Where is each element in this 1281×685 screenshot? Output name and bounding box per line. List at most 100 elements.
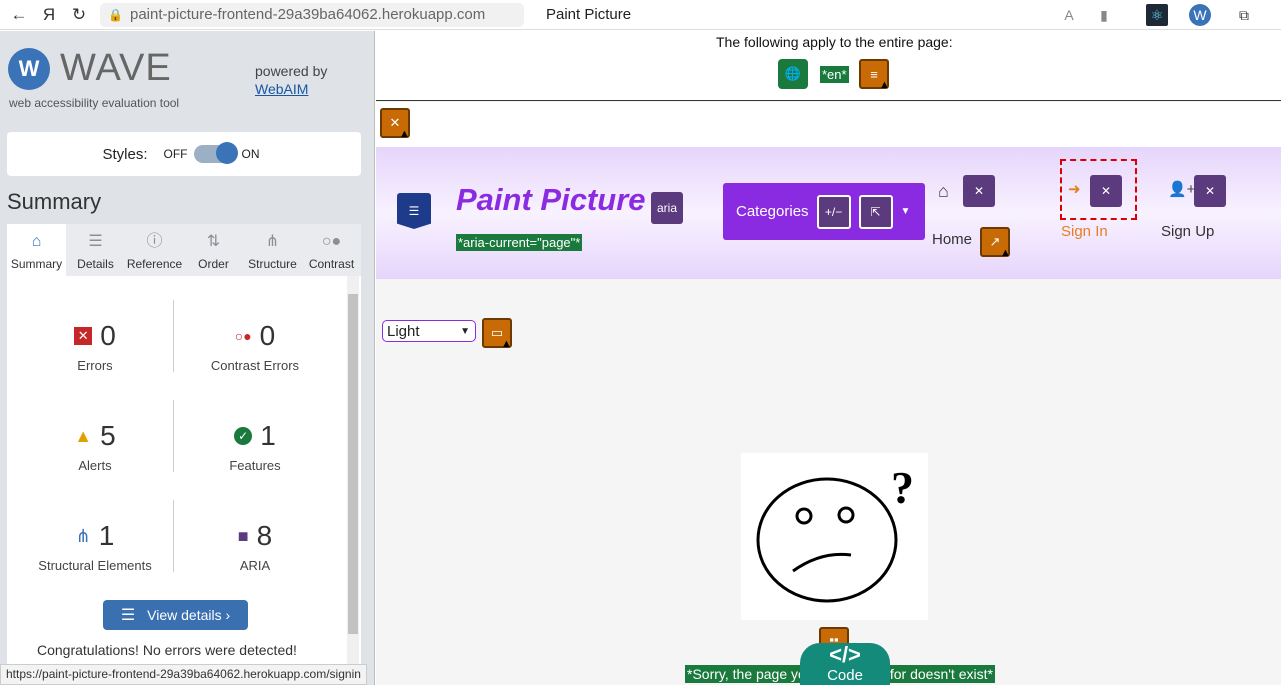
- back-icon[interactable]: ←: [8, 4, 30, 26]
- wave-logo-text: WAVE: [60, 47, 172, 89]
- alert-icon: ▲: [74, 425, 93, 446]
- wave-extension-icon[interactable]: W: [1189, 4, 1211, 26]
- stat-alerts[interactable]: ▲ 5 Alerts: [15, 420, 175, 473]
- translate-icon[interactable]: A: [1058, 4, 1080, 26]
- nav-home[interactable]: Home: [932, 231, 972, 248]
- tab-label: Summary: [10, 257, 63, 271]
- list-icon: ☰: [120, 607, 136, 624]
- aria-icon[interactable]: aria: [651, 192, 683, 224]
- webaim-link[interactable]: WebAIM: [255, 81, 327, 97]
- structure-icon: ⋔: [75, 525, 91, 546]
- aria-hidden-icon[interactable]: ✕: [1090, 175, 1122, 207]
- nav-sign-up[interactable]: Sign Up: [1161, 223, 1214, 240]
- tab-details[interactable]: ☰ Details: [66, 224, 125, 276]
- aria-hidden-icon[interactable]: ✕: [963, 175, 995, 207]
- react-devtools-icon[interactable]: ⚛: [1146, 4, 1168, 26]
- reload-icon[interactable]: ↻: [68, 4, 90, 26]
- brand-logo[interactable]: Paint Picture: [456, 182, 646, 218]
- categories-dropdown-button[interactable]: Categories +/− ⇱ ▼: [723, 183, 925, 240]
- scrollbar-thumb[interactable]: [348, 294, 358, 634]
- page-title: Paint Picture: [546, 6, 632, 23]
- powered-by-text: powered by: [255, 63, 328, 79]
- stat-errors[interactable]: ✕ 0 Errors: [15, 320, 175, 373]
- warning-icon: ▲: [399, 128, 410, 140]
- alerts-label: Alerts: [78, 458, 112, 473]
- tab-order[interactable]: ⇅ Order: [184, 224, 243, 276]
- page-content: The following apply to the entire page: …: [376, 31, 1281, 685]
- wave-subtitle: web accessibility evaluation tool: [9, 96, 180, 110]
- aria-popup-icon: ⇱: [858, 194, 893, 229]
- features-count: 1: [260, 420, 276, 451]
- summary-panel: ✕ 0 Errors ○● 0 Contrast Errors ▲ 5 Alerts …: [7, 276, 361, 685]
- tab-label: Contrast: [308, 257, 355, 271]
- svg-text:?: ?: [891, 462, 914, 513]
- aria-count: 8: [256, 520, 273, 551]
- error-icon: ✕: [74, 327, 93, 345]
- sign-in-icon: ➜: [1068, 181, 1081, 198]
- tab-label: Structure: [248, 257, 297, 271]
- aria-current-tag: *aria-current="page"*: [456, 234, 583, 251]
- errors-label: Errors: [77, 358, 113, 373]
- structure-icon: ⋔: [265, 233, 280, 250]
- features-label: Features: [229, 458, 281, 473]
- view-details-label: View details ›: [147, 607, 231, 623]
- warning-icon: ▲: [501, 338, 512, 350]
- styles-toggle[interactable]: [193, 142, 238, 164]
- entire-page-section: The following apply to the entire page: …: [376, 31, 1281, 101]
- tab-label: Details: [77, 257, 114, 271]
- categories-label: Categories: [736, 203, 809, 220]
- wave-logo: W WAVE: [8, 47, 172, 90]
- styles-on-label: ON: [241, 147, 260, 161]
- entire-page-text: The following apply to the entire page:: [716, 34, 953, 50]
- address-url[interactable]: paint-picture-frontend-29a39ba64062.hero…: [130, 6, 485, 23]
- wave-logo-icon: W: [8, 47, 50, 90]
- chevron-down-icon: ▼: [460, 325, 470, 337]
- view-details-button[interactable]: ☰ View details ›: [103, 600, 248, 630]
- warning-icon: ▲: [1000, 247, 1011, 259]
- tab-reference[interactable]: ⓘ Reference: [125, 224, 184, 276]
- wave-sidebar: W WAVE web accessibility evaluation tool…: [0, 31, 375, 685]
- contrast-errors-count: 0: [259, 320, 276, 351]
- stat-contrast-errors[interactable]: ○● 0 Contrast Errors: [175, 320, 335, 373]
- bookmark-icon[interactable]: ▮: [1093, 4, 1115, 26]
- aria-expanded-icon: +/−: [816, 194, 851, 229]
- extensions-icon[interactable]: ⧉: [1233, 4, 1255, 26]
- styles-toggle-row: Styles: OFF ON: [7, 132, 361, 176]
- aria-label: ARIA: [239, 558, 271, 573]
- aria-hidden-icon[interactable]: ✕: [1194, 175, 1226, 207]
- home-icon: ⌂: [938, 181, 949, 201]
- contrast-icon: ○●: [321, 233, 342, 250]
- lang-tag: *en*: [820, 66, 849, 83]
- tab-label: Reference: [126, 257, 183, 271]
- warning-icon: ▲: [879, 79, 890, 91]
- alerts-count: 5: [100, 420, 116, 451]
- aria-icon-label: aria: [656, 201, 677, 215]
- css-icon: ☰: [397, 193, 431, 229]
- language-feature-icon[interactable]: 🌐: [778, 59, 808, 89]
- congrats-message: Congratulations! No errors were detected…: [37, 642, 297, 658]
- yandex-icon[interactable]: Я: [38, 4, 60, 26]
- info-icon: ⓘ: [146, 233, 163, 250]
- panel-scrollbar[interactable]: [347, 276, 359, 685]
- nav-sign-in[interactable]: Sign In: [1061, 223, 1108, 240]
- code-toggle-button[interactable]: </> Code: [800, 643, 890, 685]
- tab-summary[interactable]: ⌂ Summary: [7, 224, 66, 276]
- code-label: Code: [827, 667, 863, 684]
- sad-face-image: ?: [741, 453, 928, 620]
- tab-structure[interactable]: ⋔ Structure: [243, 224, 302, 276]
- theme-select-value: Light: [387, 322, 420, 340]
- stat-structural[interactable]: ⋔ 1 Structural Elements: [15, 520, 175, 573]
- address-bar[interactable]: 🔒 paint-picture-frontend-29a39ba64062.he…: [100, 2, 524, 27]
- stat-aria[interactable]: ■ 8 ARIA: [175, 520, 335, 573]
- status-bar-url: https://paint-picture-frontend-29a39ba64…: [0, 664, 367, 685]
- lock-icon: 🔒: [108, 7, 123, 22]
- powered-by: powered by WebAIM: [255, 63, 327, 97]
- tab-contrast[interactable]: ○● Contrast: [302, 224, 361, 276]
- top-strip: ✕ ▲: [376, 102, 1281, 147]
- theme-select[interactable]: Light ▼: [382, 320, 476, 342]
- home-icon: ⌂: [31, 233, 42, 250]
- stat-features[interactable]: ✓ 1 Features: [175, 420, 335, 473]
- styles-off-label: OFF: [163, 147, 188, 161]
- chevron-down-icon: ▼: [900, 206, 911, 217]
- feature-icon: ✓: [234, 427, 253, 445]
